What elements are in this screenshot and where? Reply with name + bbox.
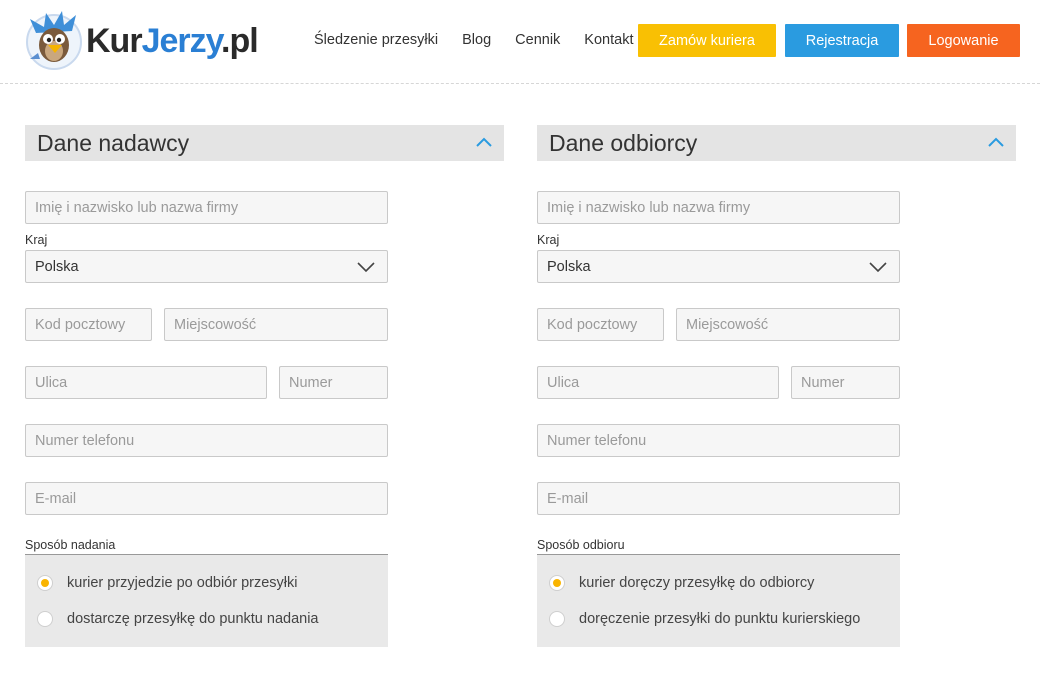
radio-unchecked-icon[interactable] bbox=[37, 611, 53, 627]
sender-option-pickup[interactable]: kurier przyjedzie po odbiór przesyłki bbox=[37, 575, 298, 591]
chevron-down-icon bbox=[869, 261, 887, 272]
sender-method-label: Sposób nadania bbox=[25, 538, 116, 552]
nav-tracking-link[interactable]: Śledzenie przesyłki bbox=[314, 32, 438, 48]
sender-postal-input[interactable]: Kod pocztowy bbox=[25, 308, 152, 341]
sender-number-input[interactable]: Numer bbox=[279, 366, 388, 399]
recipient-email-input[interactable]: E-mail bbox=[537, 482, 900, 515]
sender-name-input[interactable]: Imię i nazwisko lub nazwa firmy bbox=[25, 191, 388, 224]
sender-option-dropoff-label: dostarczę przesyłkę do punktu nadania bbox=[67, 611, 319, 627]
recipient-country-label: Kraj bbox=[537, 233, 560, 247]
recipient-section: Dane odbiorcy bbox=[537, 125, 1016, 161]
recipient-section-title: Dane odbiorcy bbox=[549, 129, 698, 156]
sender-option-dropoff[interactable]: dostarczę przesyłkę do punktu nadania bbox=[37, 611, 319, 627]
site-header: KurJerzy.pl Śledzenie przesyłki Blog Cen… bbox=[0, 0, 1040, 84]
recipient-option-delivery-label: kurier doręczy przesyłkę do odbiorcy bbox=[579, 575, 815, 591]
logo-text-jerzy: Jerzy bbox=[141, 21, 222, 60]
order-courier-button[interactable]: Zamów kuriera bbox=[638, 24, 776, 57]
recipient-option-point-label: doręczenie przesyłki do punktu kurierski… bbox=[579, 611, 861, 627]
nav-pricing-link[interactable]: Cennik bbox=[515, 32, 560, 48]
sender-street-input[interactable]: Ulica bbox=[25, 366, 267, 399]
radio-unchecked-icon[interactable] bbox=[549, 611, 565, 627]
recipient-city-input[interactable]: Miejscowość bbox=[676, 308, 900, 341]
sender-option-pickup-label: kurier przyjedzie po odbiór przesyłki bbox=[67, 575, 298, 591]
radio-checked-icon[interactable] bbox=[37, 575, 53, 591]
nav-contact-link[interactable]: Kontakt bbox=[584, 32, 633, 48]
recipient-method-options: kurier doręczy przesyłkę do odbiorcy dor… bbox=[537, 554, 900, 647]
sender-email-input[interactable]: E-mail bbox=[25, 482, 388, 515]
register-button[interactable]: Rejestracja bbox=[785, 24, 899, 57]
recipient-phone-input[interactable]: Numer telefonu bbox=[537, 424, 900, 457]
logo-text-pl: .pl bbox=[221, 21, 259, 60]
recipient-method-label: Sposób odbioru bbox=[537, 538, 625, 552]
sender-section: Dane nadawcy bbox=[25, 125, 504, 161]
sender-country-label: Kraj bbox=[25, 233, 48, 247]
recipient-country-select[interactable]: Polska bbox=[537, 250, 900, 283]
recipient-option-point[interactable]: doręczenie przesyłki do punktu kurierski… bbox=[549, 611, 860, 627]
sender-section-header[interactable]: Dane nadawcy bbox=[25, 125, 504, 161]
recipient-section-header[interactable]: Dane odbiorcy bbox=[537, 125, 1016, 161]
login-button[interactable]: Logowanie bbox=[907, 24, 1020, 57]
recipient-number-input[interactable]: Numer bbox=[791, 366, 900, 399]
nav-blog-link[interactable]: Blog bbox=[462, 32, 491, 48]
sender-country-value: Polska bbox=[35, 258, 79, 275]
site-logo[interactable]: KurJerzy.pl bbox=[24, 8, 259, 72]
sender-city-input[interactable]: Miejscowość bbox=[164, 308, 388, 341]
recipient-country-value: Polska bbox=[547, 258, 591, 275]
recipient-name-input[interactable]: Imię i nazwisko lub nazwa firmy bbox=[537, 191, 900, 224]
chevron-up-icon[interactable] bbox=[987, 134, 1005, 152]
recipient-postal-input[interactable]: Kod pocztowy bbox=[537, 308, 664, 341]
radio-checked-icon[interactable] bbox=[549, 575, 565, 591]
main-nav: Śledzenie przesyłki Blog Cennik Kontakt bbox=[314, 24, 633, 56]
logo-text: KurJerzy.pl bbox=[86, 21, 259, 61]
chevron-down-icon bbox=[357, 261, 375, 272]
recipient-option-delivery[interactable]: kurier doręczy przesyłkę do odbiorcy bbox=[549, 575, 814, 591]
sender-method-options: kurier przyjedzie po odbiór przesyłki do… bbox=[25, 554, 388, 647]
sender-country-select[interactable]: Polska bbox=[25, 250, 388, 283]
logo-text-kur: Kur bbox=[86, 21, 143, 60]
bird-mascot-icon bbox=[24, 9, 86, 71]
recipient-street-input[interactable]: Ulica bbox=[537, 366, 779, 399]
sender-section-title: Dane nadawcy bbox=[37, 129, 190, 156]
sender-phone-input[interactable]: Numer telefonu bbox=[25, 424, 388, 457]
chevron-up-icon[interactable] bbox=[475, 134, 493, 152]
